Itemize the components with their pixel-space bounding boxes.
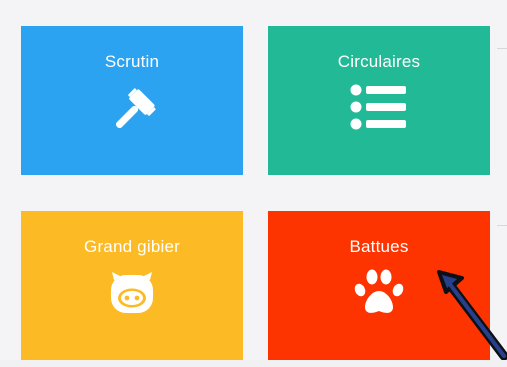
tile-label: Scrutin bbox=[104, 52, 160, 71]
right-edge-divider bbox=[497, 48, 507, 49]
tile-circulaires[interactable]: Circulaires bbox=[268, 26, 490, 175]
tile-label: Battues bbox=[349, 237, 409, 256]
tile-label: Circulaires bbox=[337, 52, 421, 71]
pointer-arrow-icon bbox=[437, 270, 507, 360]
list-icon bbox=[350, 84, 406, 130]
gavel-icon bbox=[115, 88, 156, 129]
right-edge-divider bbox=[497, 225, 507, 226]
tile-scrutin[interactable]: Scrutin bbox=[21, 26, 243, 175]
bottom-strip bbox=[0, 360, 507, 367]
boar-icon bbox=[111, 272, 153, 313]
tile-label: Grand gibier bbox=[84, 237, 180, 256]
tile-grand-gibier[interactable]: Grand gibier bbox=[21, 211, 243, 360]
paw-icon bbox=[354, 269, 404, 313]
